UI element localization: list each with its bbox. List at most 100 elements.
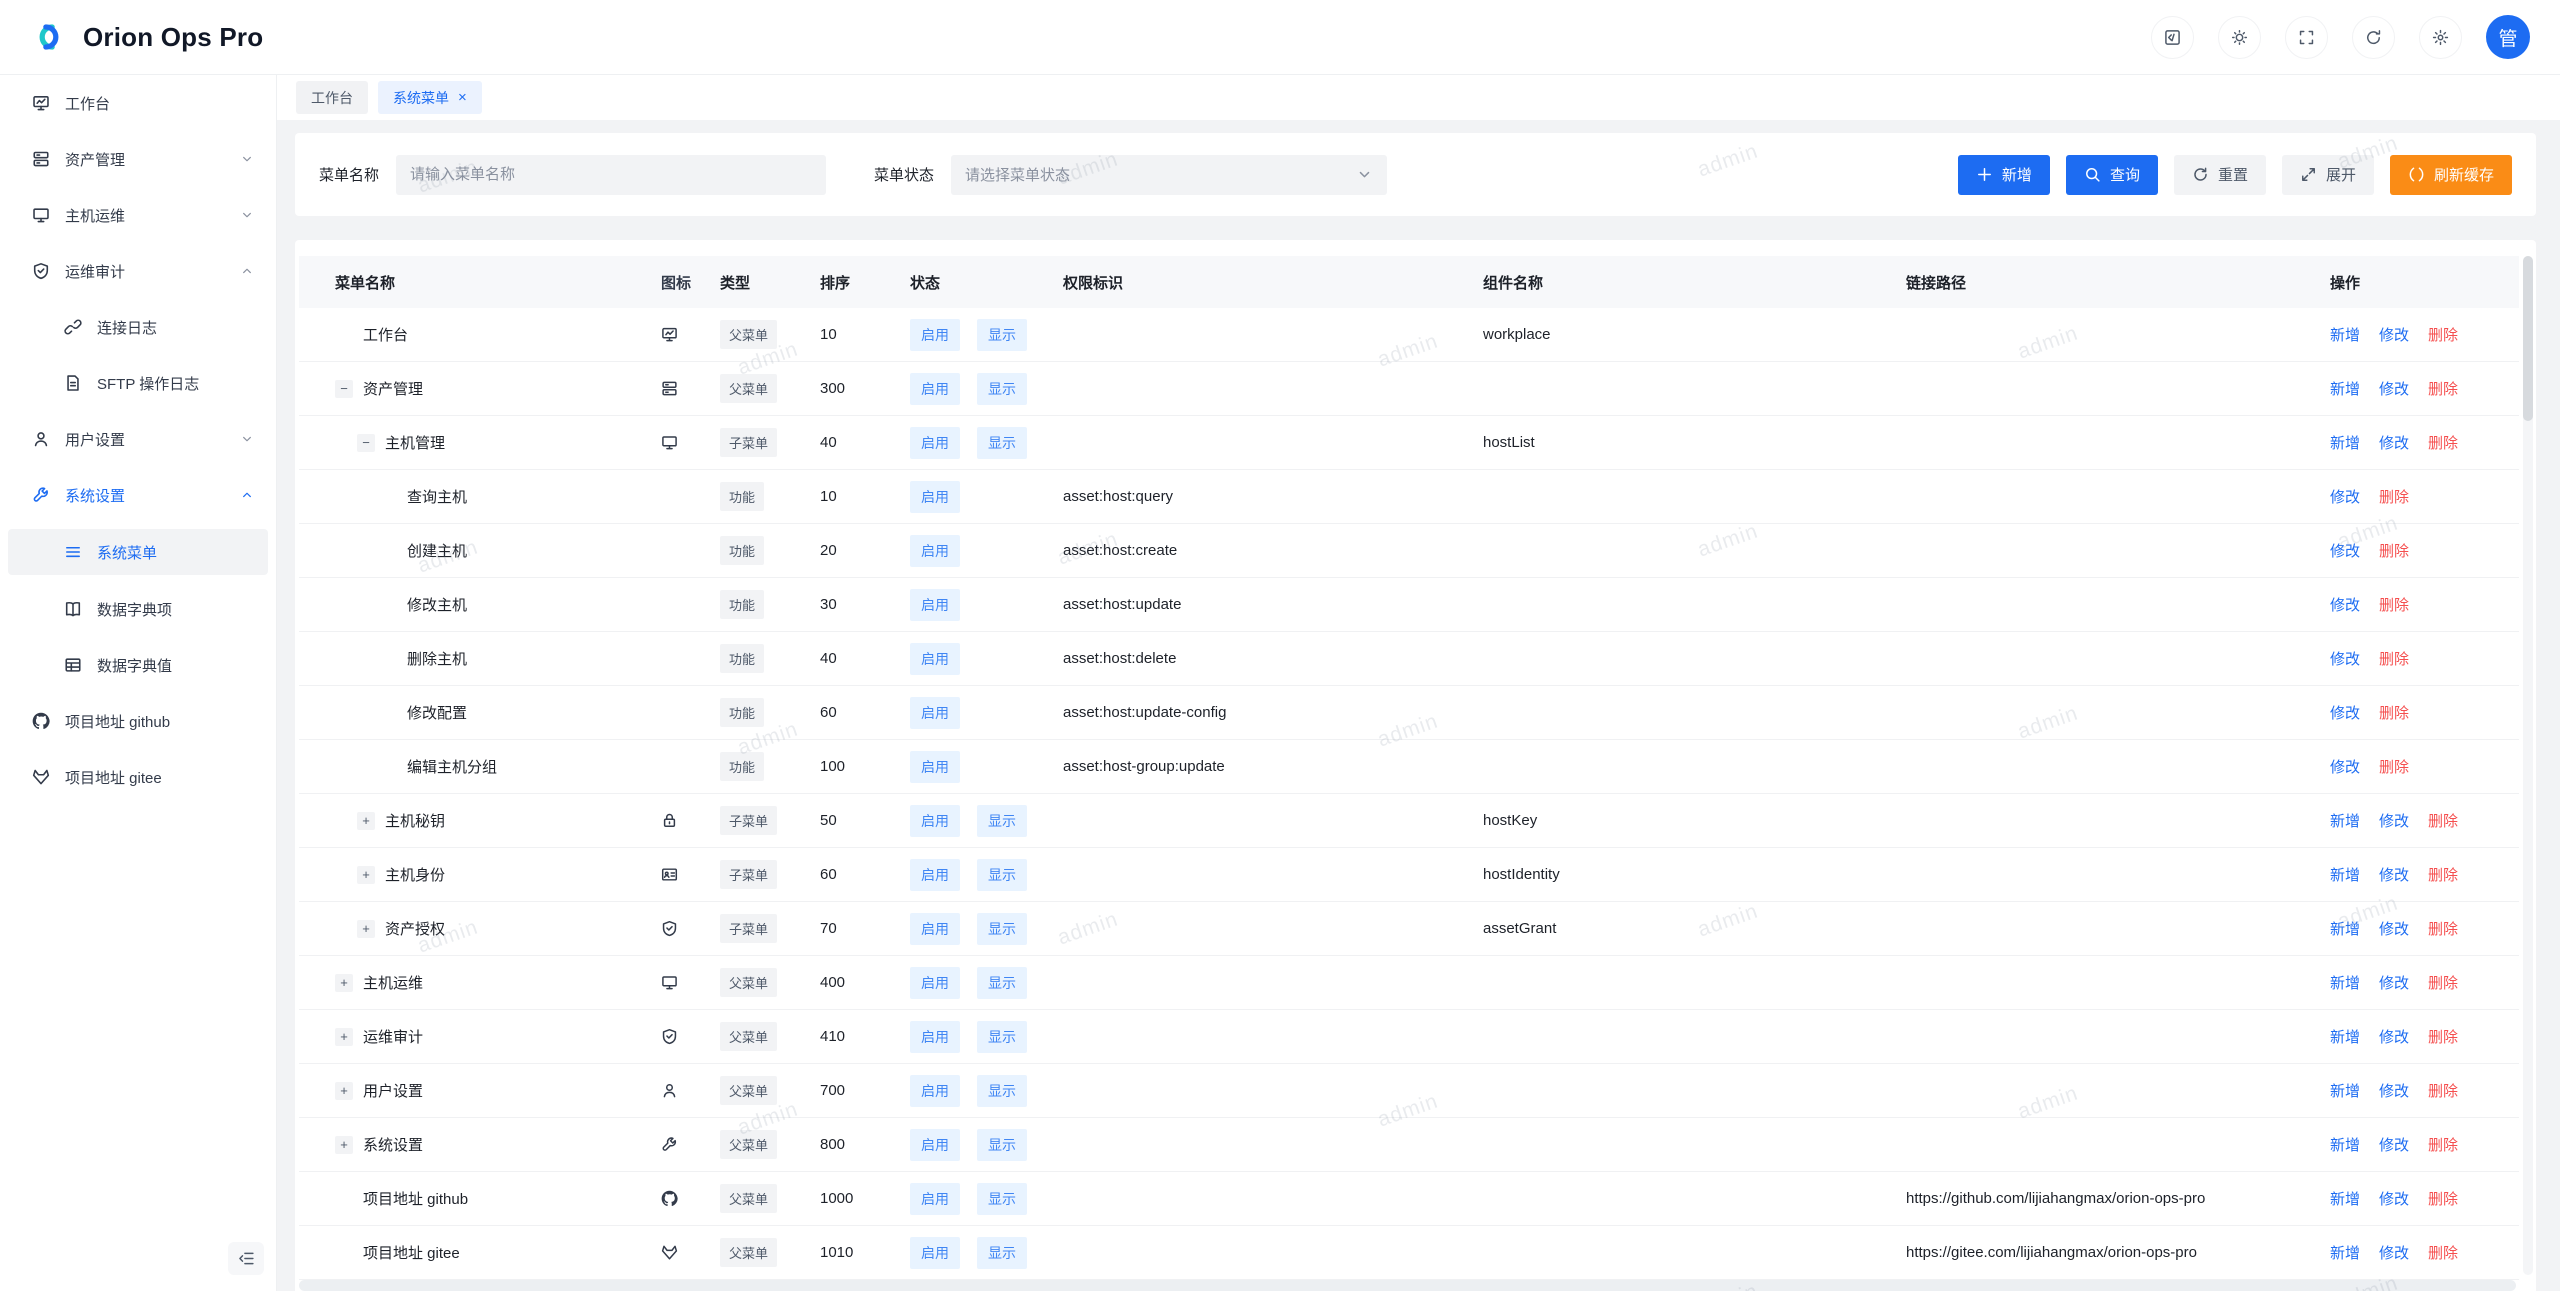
vertical-scrollbar[interactable]	[2523, 256, 2533, 1275]
collapse-row-icon[interactable]: −	[357, 434, 375, 452]
op-add-link[interactable]: 新增	[2330, 1242, 2360, 1263]
sidebar-item-system-settings[interactable]: 系统设置	[0, 473, 276, 517]
tab-system-menu[interactable]: 系统菜单 ×	[378, 81, 482, 114]
type-tag: 父菜单	[720, 374, 777, 403]
op-add-link[interactable]: 新增	[2330, 1188, 2360, 1209]
menu-name-cell: +创建主机	[299, 540, 649, 561]
avatar[interactable]: 管	[2486, 15, 2530, 59]
op-edit-link[interactable]: 修改	[2379, 1026, 2409, 1047]
op-delete-link[interactable]: 删除	[2428, 972, 2458, 993]
scrollbar-thumb[interactable]	[2523, 256, 2533, 421]
visible-tag: 显示	[977, 1129, 1027, 1161]
op-delete-link[interactable]: 删除	[2379, 648, 2409, 669]
op-add-link[interactable]: 新增	[2330, 972, 2360, 993]
search-button[interactable]: 查询	[2066, 155, 2158, 195]
op-edit-link[interactable]: 修改	[2379, 432, 2409, 453]
code-button[interactable]	[2151, 16, 2194, 59]
op-edit-link[interactable]: 修改	[2379, 864, 2409, 885]
op-edit-link[interactable]: 修改	[2379, 1080, 2409, 1101]
op-edit-link[interactable]: 修改	[2330, 486, 2360, 507]
add-button[interactable]: 新增	[1958, 155, 2050, 195]
op-delete-link[interactable]: 删除	[2379, 702, 2409, 723]
sidebar-item-sftp-log[interactable]: SFTP 操作日志	[0, 361, 276, 405]
op-add-link[interactable]: 新增	[2330, 378, 2360, 399]
op-edit-link[interactable]: 修改	[2379, 378, 2409, 399]
op-add-link[interactable]: 新增	[2330, 324, 2360, 345]
op-delete-link[interactable]: 删除	[2428, 1242, 2458, 1263]
sidebar-item-project-github[interactable]: 项目地址 github	[0, 699, 276, 743]
sidebar-item-dict-values[interactable]: 数据字典值	[0, 643, 276, 687]
close-icon[interactable]: ×	[458, 90, 467, 105]
sidebar-item-workbench[interactable]: 工作台	[0, 81, 276, 125]
menu-type-cell: 父菜单	[704, 1238, 804, 1267]
op-edit-link[interactable]: 修改	[2379, 1188, 2409, 1209]
tab-workbench[interactable]: 工作台	[296, 81, 368, 114]
tab-label: 系统菜单	[393, 88, 449, 108]
menu-type-cell: 功能	[704, 590, 804, 619]
refresh-cache-button[interactable]: 刷新缓存	[2390, 155, 2512, 195]
op-delete-link[interactable]: 删除	[2379, 486, 2409, 507]
expand-row-icon[interactable]: +	[357, 812, 375, 830]
sidebar-item-label: 工作台	[65, 93, 110, 114]
op-delete-link[interactable]: 删除	[2379, 594, 2409, 615]
theme-button[interactable]	[2218, 16, 2261, 59]
op-edit-link[interactable]: 修改	[2379, 972, 2409, 993]
sidebar-item-connect-log[interactable]: 连接日志	[0, 305, 276, 349]
op-delete-link[interactable]: 删除	[2428, 1134, 2458, 1155]
op-edit-link[interactable]: 修改	[2330, 594, 2360, 615]
op-add-link[interactable]: 新增	[2330, 864, 2360, 885]
expand-row-icon[interactable]: +	[335, 1136, 353, 1154]
expand-row-icon[interactable]: +	[335, 974, 353, 992]
table-row: +运维审计父菜单410启用显示新增修改删除	[299, 1010, 2519, 1064]
expand-button[interactable]: 展开	[2282, 155, 2374, 195]
op-delete-link[interactable]: 删除	[2379, 540, 2409, 561]
sidebar-item-project-gitee[interactable]: 项目地址 gitee	[0, 755, 276, 799]
op-delete-link[interactable]: 删除	[2428, 1188, 2458, 1209]
reload-button[interactable]	[2352, 16, 2395, 59]
sidebar-item-ops-audit[interactable]: 运维审计	[0, 249, 276, 293]
op-delete-link[interactable]: 删除	[2428, 324, 2458, 345]
expand-row-icon[interactable]: +	[335, 1082, 353, 1100]
op-delete-link[interactable]: 删除	[2428, 1026, 2458, 1047]
fullscreen-button[interactable]	[2285, 16, 2328, 59]
menu-status-select[interactable]: 请选择菜单状态	[951, 155, 1387, 195]
sidebar-item-asset-management[interactable]: 资产管理	[0, 137, 276, 181]
op-delete-link[interactable]: 删除	[2428, 810, 2458, 831]
reset-button[interactable]: 重置	[2174, 155, 2266, 195]
op-edit-link[interactable]: 修改	[2379, 1134, 2409, 1155]
button-label: 展开	[2326, 164, 2356, 185]
op-add-link[interactable]: 新增	[2330, 918, 2360, 939]
op-edit-link[interactable]: 修改	[2330, 540, 2360, 561]
op-edit-link[interactable]: 修改	[2379, 810, 2409, 831]
sidebar-item-host-ops[interactable]: 主机运维	[0, 193, 276, 237]
sidebar-item-system-menu[interactable]: 系统菜单	[8, 529, 268, 575]
op-add-link[interactable]: 新增	[2330, 1134, 2360, 1155]
sidebar-collapse-button[interactable]	[228, 1242, 264, 1275]
settings-button[interactable]	[2419, 16, 2462, 59]
menu-name-input[interactable]	[396, 155, 826, 195]
op-add-link[interactable]: 新增	[2330, 1080, 2360, 1101]
sidebar-item-user-settings[interactable]: 用户设置	[0, 417, 276, 461]
op-delete-link[interactable]: 删除	[2379, 756, 2409, 777]
collapse-row-icon[interactable]: −	[335, 380, 353, 398]
op-delete-link[interactable]: 删除	[2428, 1080, 2458, 1101]
expand-row-icon[interactable]: +	[357, 920, 375, 938]
op-delete-link[interactable]: 删除	[2428, 864, 2458, 885]
op-delete-link[interactable]: 删除	[2428, 918, 2458, 939]
sidebar-item-dict-keys[interactable]: 数据字典项	[0, 587, 276, 631]
op-edit-link[interactable]: 修改	[2379, 324, 2409, 345]
op-edit-link[interactable]: 修改	[2379, 1242, 2409, 1263]
op-delete-link[interactable]: 删除	[2428, 432, 2458, 453]
op-add-link[interactable]: 新增	[2330, 810, 2360, 831]
op-add-link[interactable]: 新增	[2330, 432, 2360, 453]
op-edit-link[interactable]: 修改	[2330, 756, 2360, 777]
enabled-tag: 启用	[910, 967, 960, 999]
op-edit-link[interactable]: 修改	[2330, 648, 2360, 669]
op-edit-link[interactable]: 修改	[2379, 918, 2409, 939]
expand-row-icon[interactable]: +	[357, 866, 375, 884]
op-add-link[interactable]: 新增	[2330, 1026, 2360, 1047]
expand-row-icon[interactable]: +	[335, 1028, 353, 1046]
horizontal-scrollbar[interactable]	[299, 1280, 2516, 1291]
op-edit-link[interactable]: 修改	[2330, 702, 2360, 723]
op-delete-link[interactable]: 删除	[2428, 378, 2458, 399]
